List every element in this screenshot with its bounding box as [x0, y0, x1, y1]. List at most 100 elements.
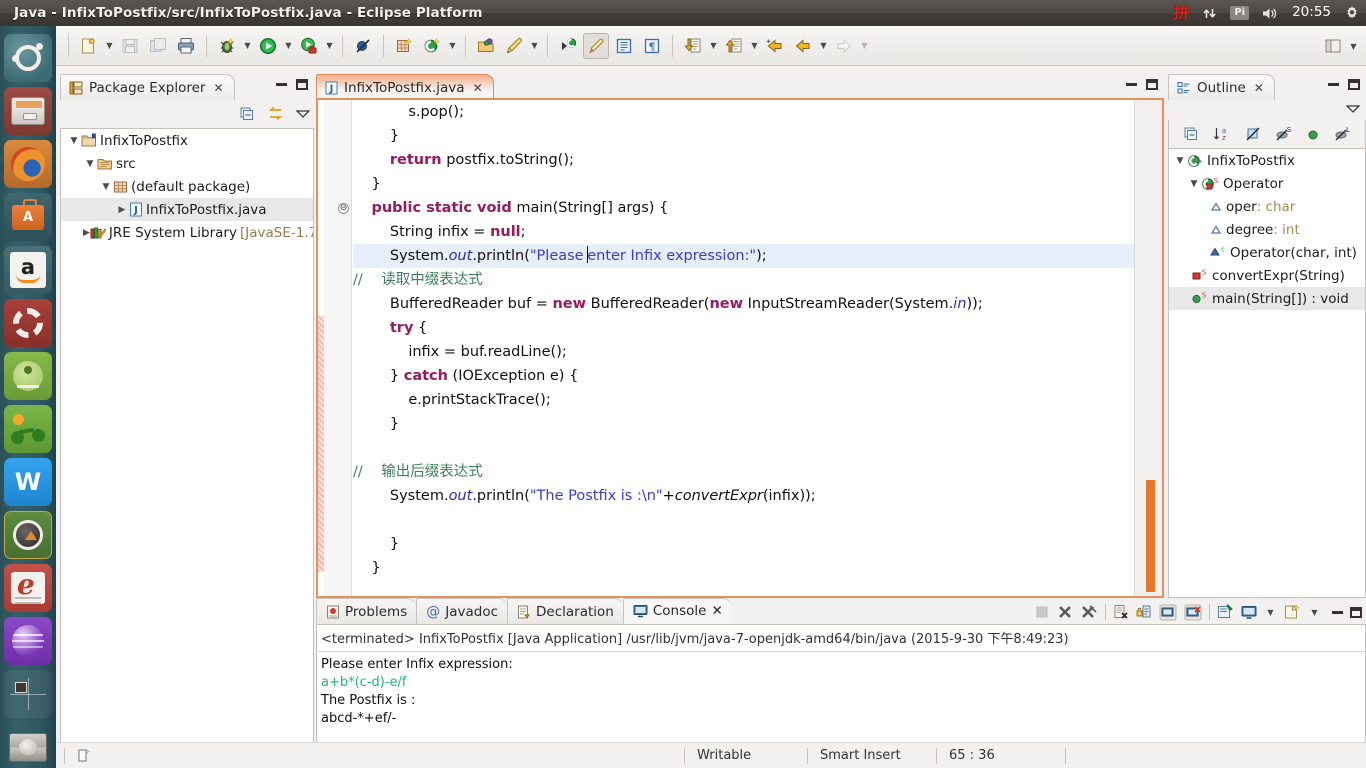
chevron-down-icon[interactable]: ▼ [1187, 179, 1201, 189]
tree-item-project[interactable]: ▼ InfixToPostfix [61, 129, 313, 152]
back-alt-button[interactable] [790, 33, 816, 59]
chevron-down-icon[interactable]: ▼ [99, 182, 113, 192]
display-selected-console-button[interactable] [1241, 605, 1257, 620]
code-line[interactable]: System.out.println("Please enter Infix e… [353, 244, 1134, 268]
speaker-icon[interactable] [1262, 6, 1279, 21]
launcher-item-workspace-switcher[interactable] [4, 670, 52, 718]
scroll-lock-button[interactable] [1136, 604, 1152, 620]
link-with-editor-button[interactable] [267, 106, 284, 122]
remove-all-terminated-button[interactable] [1080, 604, 1098, 620]
search-button[interactable] [501, 33, 527, 59]
new-wizard-dropdown-icon[interactable]: ▼ [103, 34, 116, 58]
editor-vscrollbar-thumb[interactable] [1146, 480, 1155, 592]
maximize-icon[interactable] [1348, 79, 1360, 90]
save-button[interactable] [117, 33, 143, 59]
new-java-class-dropdown-icon[interactable]: ▼ [446, 34, 459, 58]
skip-breakpoints-button[interactable] [350, 33, 376, 59]
launcher-item-wps-office[interactable]: W [4, 458, 52, 506]
outline-item-method-convertexpr[interactable]: S convertExpr(String) [1169, 264, 1365, 287]
minimize-icon[interactable] [1332, 611, 1343, 614]
tab-javadoc[interactable]: @ Javadoc [416, 598, 508, 624]
print-button[interactable] [173, 33, 199, 59]
ime-indicator-icon[interactable]: 拼 [1173, 5, 1189, 21]
minimize-icon[interactable] [276, 83, 287, 86]
launcher-item-amazon[interactable]: a [4, 246, 52, 294]
launcher-item-ubuntu-dash[interactable] [4, 34, 52, 82]
clear-console-button[interactable] [1113, 604, 1129, 620]
close-icon[interactable]: ✕ [473, 81, 483, 95]
debug-button[interactable] [214, 33, 240, 59]
show-whitespace-button[interactable]: ¶ [639, 33, 665, 59]
code-line[interactable]: // 读取中缀表达式 [353, 268, 1134, 292]
toggle-highlight-button[interactable] [583, 32, 609, 59]
launcher-item-software-updater[interactable] [4, 511, 52, 559]
hide-public-button[interactable] [1306, 127, 1320, 141]
fold-collapse-icon[interactable]: ⊖ [338, 203, 349, 214]
code-line[interactable]: String infix = null; [353, 220, 1134, 244]
code-text-area[interactable]: s.pop(); } return postfix.toString(); } … [353, 100, 1134, 596]
outline-item-inner-class[interactable]: ▼ S Operator [1169, 172, 1365, 195]
hide-fields-button[interactable] [1245, 126, 1261, 142]
new-wizard-button[interactable] [76, 33, 102, 59]
save-all-button[interactable] [145, 33, 171, 59]
tree-item-default-package[interactable]: ▼ (default package) [61, 175, 313, 198]
launcher-item-android-studio[interactable] [4, 352, 52, 400]
previous-annotation-dropdown-icon[interactable]: ▼ [748, 34, 761, 58]
next-annotation-dropdown-icon[interactable]: ▼ [707, 34, 720, 58]
new-java-package-button[interactable] [391, 33, 417, 59]
code-line[interactable]: // 输出后缀表达式 [353, 460, 1134, 484]
close-icon[interactable]: ✕ [1254, 81, 1264, 95]
launcher-item-software-center[interactable]: A [4, 193, 52, 241]
code-line[interactable]: } [353, 532, 1134, 556]
tab-console[interactable]: Console ✕ [622, 598, 732, 624]
code-line[interactable]: } catch (IOException e) { [353, 364, 1134, 388]
search-dropdown-icon[interactable]: ▼ [528, 34, 541, 58]
close-icon[interactable]: ✕ [711, 603, 722, 619]
collapse-all-button[interactable] [1183, 126, 1199, 142]
package-explorer-tree[interactable]: ▼ InfixToPostfix ▼ src ▼ (default packag… [60, 128, 314, 758]
run-dropdown-icon[interactable]: ▼ [282, 34, 295, 58]
tab-problems[interactable]: Problems [316, 598, 417, 624]
chevron-down-icon[interactable]: ▼ [83, 159, 97, 169]
open-console-button[interactable] [1284, 604, 1301, 620]
code-line[interactable]: s.pop(); [353, 100, 1134, 124]
toggle-mark-occurrences-button[interactable] [555, 33, 581, 59]
sort-az-button[interactable]: az [1213, 126, 1231, 142]
console-output[interactable]: Please enter Infix expression: a+b*(c-d)… [317, 652, 1365, 728]
editor-gutter[interactable]: ⊖ [324, 100, 352, 596]
external-tools-dropdown-icon[interactable]: ▼ [323, 34, 336, 58]
minimize-icon[interactable] [1126, 83, 1137, 86]
tab-package-explorer[interactable]: Package Explorer ✕ [60, 74, 235, 100]
view-menu-button[interactable] [1346, 104, 1360, 114]
code-line[interactable]: } [353, 412, 1134, 436]
code-line[interactable]: } [353, 124, 1134, 148]
code-line[interactable]: e.printStackTrace(); [353, 388, 1134, 412]
gear-icon[interactable] [1344, 5, 1360, 21]
view-menu-button[interactable] [296, 109, 310, 119]
code-line[interactable] [353, 436, 1134, 460]
new-java-class-button[interactable] [419, 33, 445, 59]
outline-item-field-degree[interactable]: degree : int [1169, 218, 1365, 241]
perspective-menu-button[interactable]: ▼ [1347, 34, 1360, 58]
next-annotation-button[interactable] [680, 33, 706, 59]
maximize-icon[interactable] [296, 79, 308, 90]
minimize-icon[interactable] [1328, 83, 1339, 86]
collapse-all-button[interactable] [239, 106, 255, 122]
close-icon[interactable]: ✕ [213, 81, 223, 95]
display-console-dropdown-icon[interactable]: ▼ [1264, 600, 1277, 624]
outline-item-class[interactable]: ▼ InfixToPostfix [1169, 149, 1365, 172]
run-button[interactable] [255, 33, 281, 59]
hide-local-types-button[interactable]: L [1334, 126, 1351, 142]
clock[interactable]: 20:55 [1292, 6, 1331, 20]
tab-declaration[interactable]: Declaration [507, 598, 623, 624]
pin-console-button[interactable] [1217, 604, 1234, 620]
code-line[interactable]: return postfix.toString(); [353, 148, 1134, 172]
launcher-item-firefox[interactable] [4, 140, 52, 188]
launcher-item-disk-1[interactable] [4, 723, 52, 768]
chevron-right-icon[interactable]: ▶ [115, 205, 129, 215]
outline-item-field-oper[interactable]: oper : char [1169, 195, 1365, 218]
launcher-item-graph-tool[interactable] [4, 405, 52, 453]
back-button[interactable] [762, 33, 788, 59]
code-line[interactable]: System.out.println("The Postfix is :\n"+… [353, 484, 1134, 508]
back-dropdown-icon[interactable]: ▼ [817, 34, 830, 58]
